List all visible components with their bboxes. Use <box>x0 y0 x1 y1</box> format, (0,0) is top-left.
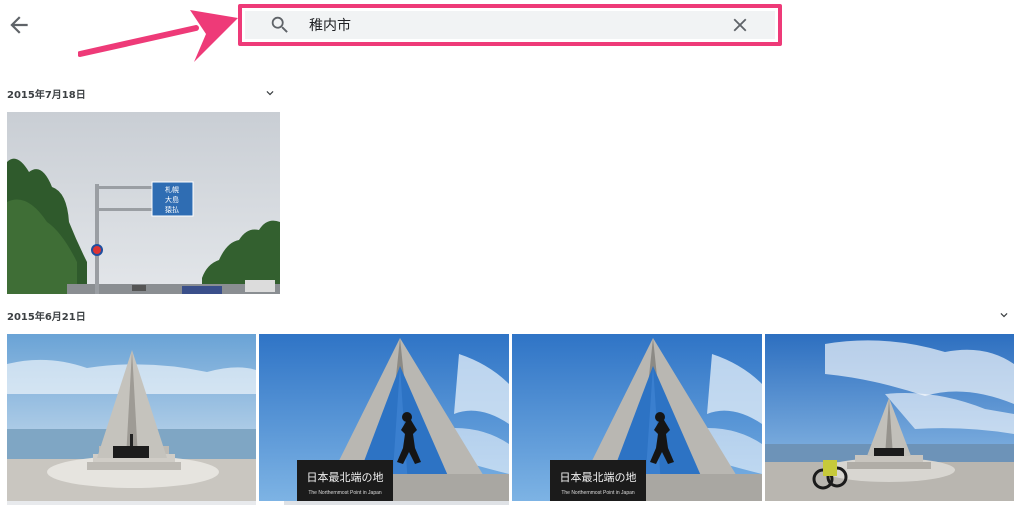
monument-closeup-image-1: 日本最北端の地 The Northernmost Point in Japan <box>259 334 509 501</box>
search-bar <box>245 11 775 39</box>
plaque-subtitle-1: The Northernmost Point in Japan <box>308 490 382 496</box>
back-button[interactable] <box>6 12 32 38</box>
sign-line-2: 大島 <box>165 195 179 204</box>
group-date-1: 2015年7月18日 <box>7 90 86 101</box>
photo-road-sign[interactable]: 札幌 大島 猿払 <box>7 112 280 294</box>
photo-monument-wide[interactable] <box>7 334 256 501</box>
photo-monument-closeup-1[interactable]: 日本最北端の地 The Northernmost Point in Japan <box>259 334 509 501</box>
sign-line-1: 札幌 <box>165 185 179 194</box>
chevron-down-icon[interactable] <box>263 86 277 100</box>
close-icon[interactable] <box>729 14 751 36</box>
arrow-back-icon <box>10 16 28 34</box>
search-icon[interactable] <box>269 14 291 36</box>
monument-closeup-image-2: 日本最北端の地 The Northernmost Point in Japan <box>512 334 762 501</box>
sign-line-3: 猿払 <box>165 205 179 214</box>
photo-monument-bike[interactable] <box>765 334 1014 501</box>
monument-wide-image <box>7 334 256 501</box>
search-input[interactable] <box>309 11 729 39</box>
plaque-title-1: 日本最北端の地 <box>307 470 384 484</box>
photo-monument-closeup-2[interactable]: 日本最北端の地 The Northernmost Point in Japan <box>512 334 762 501</box>
photo-row-divider <box>7 501 256 505</box>
annotation-arrow <box>78 10 238 62</box>
plaque-title-2: 日本最北端の地 <box>560 470 637 484</box>
group-date-2: 2015年6月21日 <box>7 312 86 323</box>
road-sign-image: 札幌 大島 猿払 <box>7 112 280 294</box>
monument-bike-image <box>765 334 1014 501</box>
chevron-down-icon[interactable] <box>997 308 1011 322</box>
search-highlight <box>238 4 782 46</box>
plaque-subtitle-2: The Northernmost Point in Japan <box>561 490 635 496</box>
photo-row-divider <box>284 501 509 505</box>
